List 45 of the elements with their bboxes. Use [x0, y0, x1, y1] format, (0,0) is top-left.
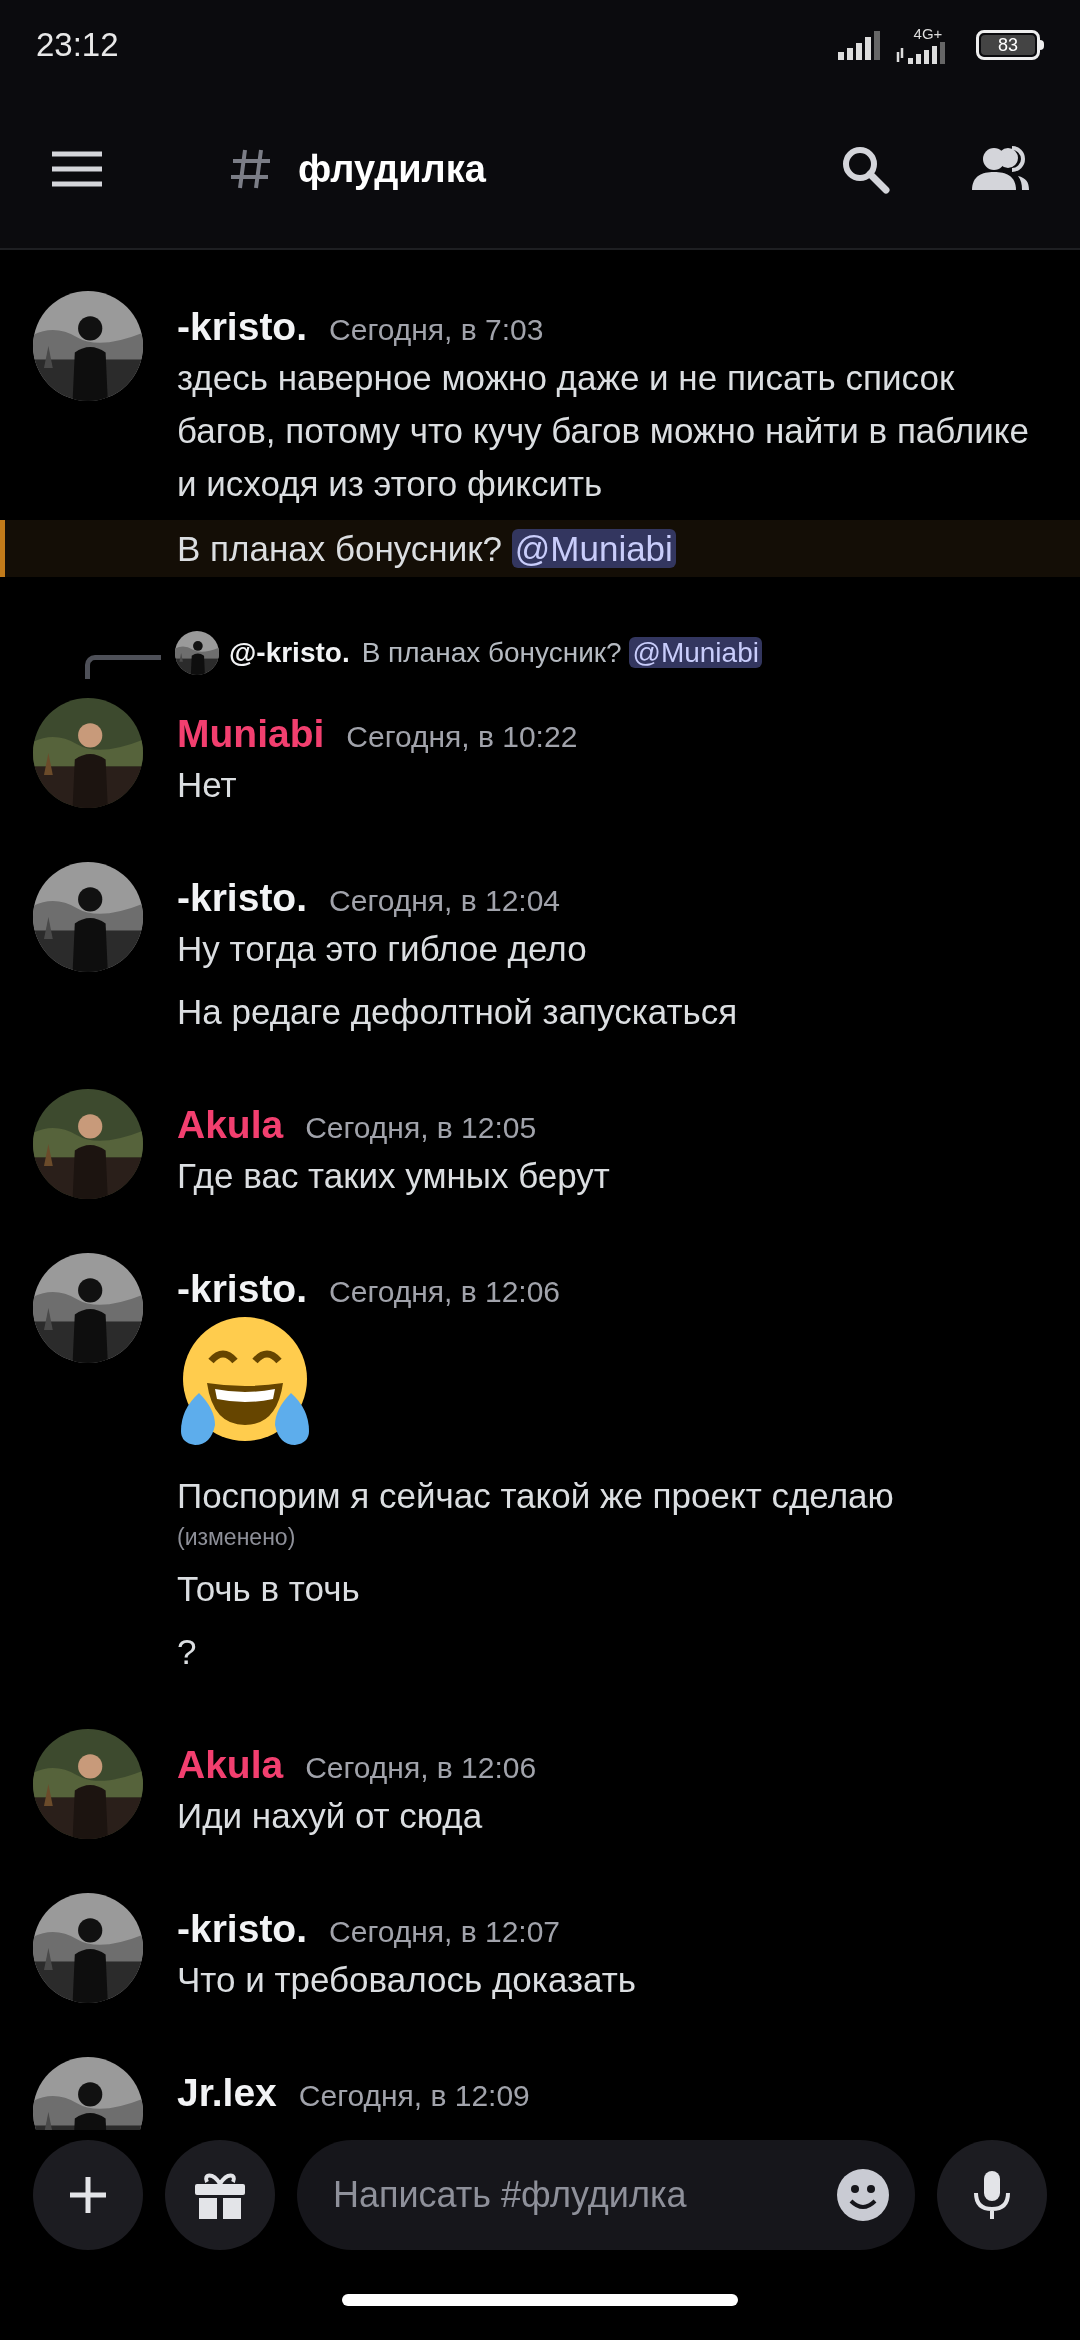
channel-title: флудилка: [298, 146, 486, 192]
username[interactable]: Jr.lex: [177, 2064, 277, 2123]
reply-author: @-kristo.: [229, 636, 350, 670]
message-text: Поспорим я сейчас такой же проект сделаю: [177, 1475, 895, 1517]
status-time: 23:12: [36, 25, 119, 66]
message-timestamp: Сегодня, в 12:04: [329, 883, 561, 919]
message-timestamp: Сегодня, в 12:06: [329, 1274, 561, 1310]
message-timestamp: Сегодня, в 7:03: [329, 312, 544, 348]
message-timestamp: Сегодня, в 12:06: [305, 1750, 537, 1786]
edited-label: (изменено): [177, 1523, 297, 1552]
username[interactable]: -kristo.: [177, 1900, 308, 1959]
message-text: Ну тогда это гиблое дело: [177, 928, 588, 970]
microphone-icon: [972, 2169, 1012, 2221]
message-timestamp: Сегодня, в 10:22: [346, 719, 578, 755]
network-label: 4G+: [913, 26, 943, 42]
message-text: Где вас таких умных берут: [177, 1155, 611, 1197]
message-timestamp: Сегодня, в 12:05: [305, 1110, 537, 1146]
user-mention[interactable]: @Muniabi: [511, 529, 676, 568]
username[interactable]: Muniabi: [177, 705, 325, 764]
members-icon[interactable]: [972, 146, 1030, 192]
plus-icon: [68, 2175, 108, 2215]
message-text: Что и требовалось доказать: [177, 1959, 637, 2001]
menu-icon[interactable]: [50, 151, 104, 187]
reply-preview: В планах бонусник? @Muniabi: [361, 632, 762, 674]
message-timestamp: Сегодня, в 12:07: [329, 1914, 561, 1950]
message-input[interactable]: Написать #флудилка: [333, 2168, 835, 2222]
hash-icon: [230, 148, 272, 190]
message-text: Точь в точь: [177, 1568, 361, 1610]
username[interactable]: Akula: [177, 1736, 284, 1795]
message-text: На редаге дефолтной запускаться: [177, 991, 739, 1033]
username[interactable]: -kristo.: [177, 298, 308, 357]
message-text: ?: [177, 1631, 198, 1673]
username[interactable]: -kristo.: [177, 869, 308, 928]
message-timestamp: Сегодня, в 12:09: [298, 2078, 530, 2114]
message-field[interactable]: Написать #флудилка: [297, 2140, 915, 2250]
message-text: В планах бонусник? @Muniabi: [177, 522, 1080, 575]
emoji-icon[interactable]: [835, 2167, 891, 2223]
user-mention[interactable]: @Muniabi: [629, 637, 762, 668]
message-text: Иди нахуй от сюда: [177, 1795, 484, 1837]
username[interactable]: -kristo.: [177, 1260, 308, 1319]
message-text: Нет: [177, 764, 238, 806]
battery-level: 83: [981, 35, 1035, 55]
username[interactable]: Akula: [177, 1096, 284, 1155]
search-icon[interactable]: [840, 144, 890, 194]
message-text: здесь наверное можно даже и не писать список багов, потому что кучу багов можно найти в паблике и исходя из этого фиксить: [177, 357, 1030, 505]
